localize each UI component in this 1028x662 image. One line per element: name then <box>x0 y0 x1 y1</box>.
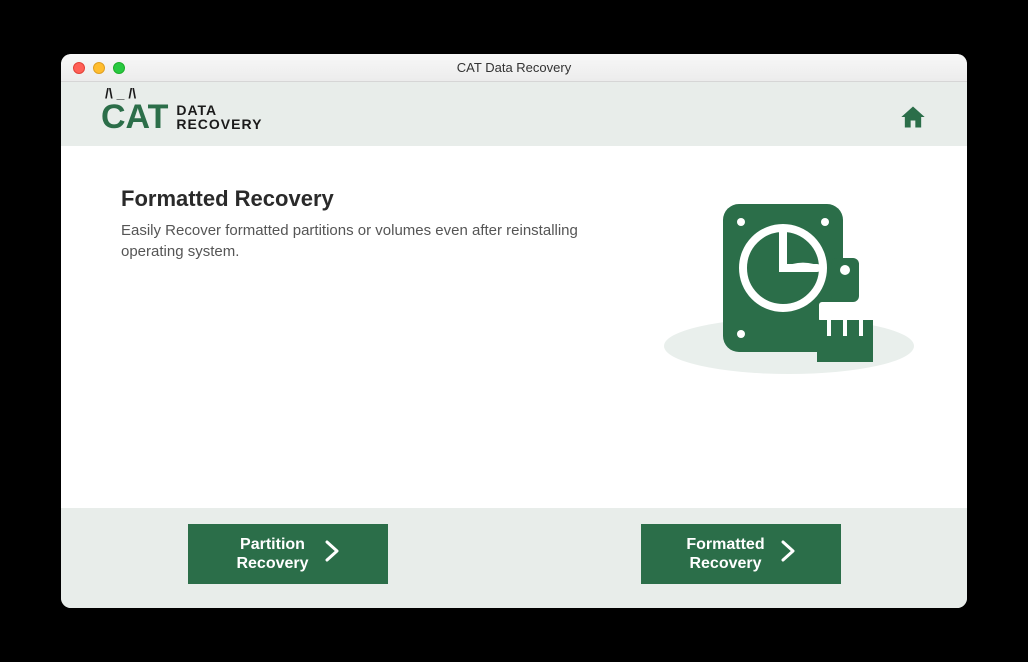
logo-line2: RECOVERY <box>176 117 262 131</box>
button-line2: Recovery <box>236 555 308 572</box>
app-window: CAT Data Recovery /\ _ /\ CAT DATA RECOV… <box>61 54 967 608</box>
app-logo: /\ _ /\ CAT DATA RECOVERY <box>101 100 262 134</box>
page-description: Easily Recover formatted partitions or v… <box>121 220 581 262</box>
button-line1: Formatted <box>686 536 764 553</box>
maximize-button[interactable] <box>113 62 125 74</box>
app-header: /\ _ /\ CAT DATA RECOVERY <box>61 82 967 146</box>
titlebar: CAT Data Recovery <box>61 54 967 82</box>
minimize-button[interactable] <box>93 62 105 74</box>
home-icon <box>899 103 927 131</box>
disk-brush-icon <box>659 186 919 386</box>
close-button[interactable] <box>73 62 85 74</box>
chevron-right-icon <box>325 540 339 568</box>
footer: Partition Recovery Formatted Recovery <box>61 508 967 608</box>
home-button[interactable] <box>899 103 927 131</box>
button-label: Partition Recovery <box>236 535 308 573</box>
page-title: Formatted Recovery <box>121 186 581 212</box>
button-line1: Partition <box>240 536 305 553</box>
cat-ears-icon: /\ _ /\ <box>105 86 136 100</box>
logo-line1: DATA <box>176 103 262 117</box>
illustration <box>659 186 919 386</box>
formatted-recovery-button[interactable]: Formatted Recovery <box>641 524 841 584</box>
button-line2: Recovery <box>689 555 761 572</box>
partition-recovery-button[interactable]: Partition Recovery <box>188 524 388 584</box>
logo-subtext: DATA RECOVERY <box>176 103 262 131</box>
logo-main-text: CAT <box>101 98 168 136</box>
text-area: Formatted Recovery Easily Recover format… <box>121 186 581 478</box>
main-content: Formatted Recovery Easily Recover format… <box>61 146 967 508</box>
chevron-right-icon <box>781 540 795 568</box>
button-label: Formatted Recovery <box>686 535 764 573</box>
window-title: CAT Data Recovery <box>457 60 571 75</box>
traffic-lights <box>61 62 125 74</box>
logo-text-main: /\ _ /\ CAT <box>101 100 168 134</box>
